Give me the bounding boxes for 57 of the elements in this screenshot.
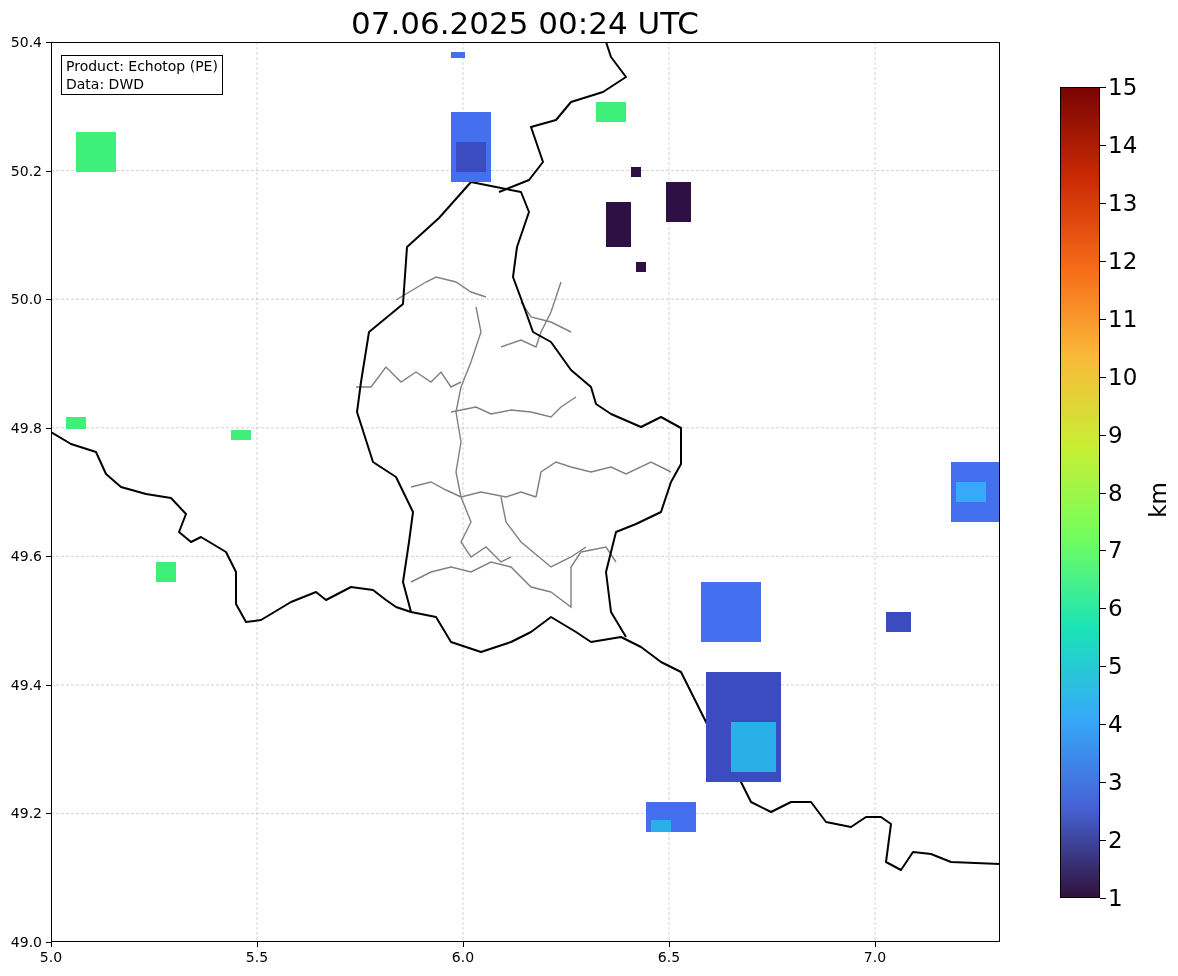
axis-tick-label: 6.0 xyxy=(450,949,476,965)
tick-mark xyxy=(46,556,51,558)
tick-mark xyxy=(1100,666,1106,668)
scale-tick-label: 2 xyxy=(1108,827,1123,854)
scale-tick-label: 6 xyxy=(1108,595,1123,622)
tick-mark xyxy=(1100,87,1106,88)
axis-tick-label: 50.4 xyxy=(9,34,42,50)
scale-tick-label: 15 xyxy=(1108,74,1138,100)
scale-tick-label: 3 xyxy=(1108,769,1123,796)
axis-tick-label: 50.2 xyxy=(9,162,42,179)
tick-mark xyxy=(1100,898,1106,899)
tick-mark xyxy=(463,942,464,947)
axis-tick-label: 7.0 xyxy=(862,949,888,965)
tick-mark xyxy=(46,170,51,172)
scale-tick-label: 12 xyxy=(1108,247,1138,274)
tick-mark xyxy=(1100,144,1106,146)
tick-mark xyxy=(1100,434,1106,436)
axis-tick-label: 49.8 xyxy=(9,419,42,436)
tick-mark xyxy=(669,942,670,947)
scale-tick-label: 14 xyxy=(1108,131,1138,158)
scale-tick-label: 11 xyxy=(1108,305,1138,332)
scale-tick-label: 5 xyxy=(1108,653,1123,680)
scale-tick-label: 10 xyxy=(1108,363,1138,390)
info-text: Product: Echotop (PE) xyxy=(66,57,218,75)
axis-tick-label: 49.6 xyxy=(9,548,42,565)
scale-tick-label: 9 xyxy=(1108,421,1123,448)
axis-tick-label: 49.4 xyxy=(9,676,42,693)
tick-mark xyxy=(1100,550,1106,552)
axis-tick-label: 5.0 xyxy=(38,949,64,965)
scale-tick-label: 8 xyxy=(1108,479,1123,506)
axis-tick-label: 5.5 xyxy=(244,949,270,965)
tick-mark xyxy=(1100,608,1106,610)
scale-tick-label: 1 xyxy=(1108,885,1123,911)
tick-mark xyxy=(875,942,876,947)
tick-mark xyxy=(46,813,51,815)
axis-tick-label: 49.0 xyxy=(9,934,42,950)
tick-mark xyxy=(1100,492,1106,494)
tick-mark xyxy=(46,299,51,301)
info-text: Data: DWD xyxy=(66,75,145,93)
scale-tick-label: 13 xyxy=(1108,189,1138,216)
tick-mark xyxy=(1100,782,1106,784)
scale-tick-label: 4 xyxy=(1108,711,1123,738)
tick-mark xyxy=(1100,376,1106,378)
tick-mark xyxy=(1100,724,1106,726)
tick-mark xyxy=(46,427,51,429)
tick-mark xyxy=(257,942,258,947)
tick-mark xyxy=(1100,260,1106,262)
tick-mark xyxy=(46,684,51,686)
scale-tick-label: 7 xyxy=(1108,537,1123,564)
tick-mark xyxy=(46,42,51,43)
tick-mark xyxy=(1100,202,1106,204)
axis-tick-label: 50.0 xyxy=(9,291,42,308)
tick-mark xyxy=(1100,840,1106,842)
axis-tick-label: 6.5 xyxy=(656,949,682,965)
scale-axis-label: km xyxy=(1145,482,1171,518)
tick-mark xyxy=(1100,318,1106,320)
axis-tick-label: 49.2 xyxy=(9,805,42,822)
